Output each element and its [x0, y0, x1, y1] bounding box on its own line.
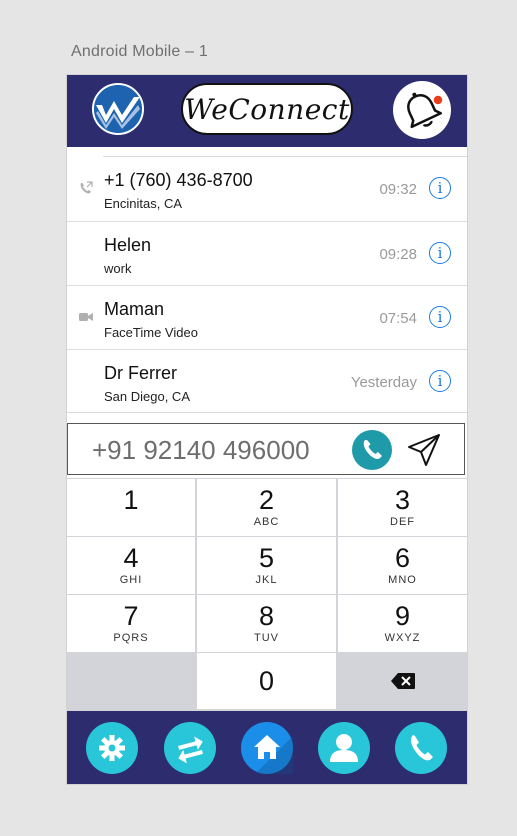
gear-icon [99, 735, 125, 761]
phone-outgoing-icon [80, 181, 93, 194]
contact-icon [330, 734, 358, 762]
call-button[interactable] [352, 430, 392, 470]
key-blank [67, 653, 195, 709]
caller-detail: FaceTime Video [104, 325, 198, 340]
key-digit: 0 [258, 666, 275, 696]
call-time: 07:54 [379, 310, 417, 327]
key-5[interactable]: 5 JKL [197, 537, 336, 594]
key-0[interactable]: 0 [197, 653, 336, 709]
recent-call-row[interactable]: Helen work 09:28 i [67, 221, 467, 285]
video-icon [79, 313, 93, 321]
info-icon[interactable]: i [429, 242, 451, 264]
brand-title: WeConnect [181, 83, 353, 135]
nav-switch-button[interactable] [164, 722, 216, 774]
notification-badge [432, 94, 444, 106]
weconnect-logo-icon[interactable] [92, 83, 144, 135]
caller-name: Maman [104, 299, 165, 319]
key-digit: 7 [123, 601, 139, 631]
key-7[interactable]: 7 PQRS [67, 595, 195, 652]
caller-name: Helen [104, 235, 152, 255]
key-6[interactable]: 6 MNO [338, 537, 467, 594]
call-time: 09:28 [379, 246, 417, 263]
caller-detail: work [104, 261, 132, 276]
home-icon [254, 735, 293, 774]
dial-number-field[interactable]: +91 92140 496000 [67, 423, 465, 475]
recent-call-row[interactable]: Dr Ferrer San Diego, CA Yesterday i [67, 349, 467, 413]
key-letters: PQRS [113, 632, 149, 644]
info-icon[interactable]: i [429, 306, 451, 328]
backspace-icon [390, 673, 415, 689]
nav-contacts-button[interactable] [318, 722, 370, 774]
dialed-number: +91 92140 496000 [92, 435, 310, 465]
info-icon[interactable]: i [429, 177, 451, 199]
key-letters: DEF [390, 516, 415, 528]
key-8[interactable]: 8 TUV [197, 595, 336, 652]
send-button[interactable] [406, 432, 442, 468]
key-digit: 8 [258, 601, 275, 631]
recent-call-row[interactable]: +1 (760) 436-8700 Encinitas, CA 09:32 i [67, 156, 467, 221]
key-3[interactable]: 3 DEF [338, 479, 467, 536]
key-letters: MNO [388, 574, 417, 586]
key-letters: GHI [119, 574, 143, 586]
bell-icon [407, 92, 444, 129]
key-digit: 9 [394, 601, 411, 631]
swap-icon [178, 736, 203, 764]
nav-settings-button[interactable] [86, 722, 138, 774]
notifications-button[interactable] [393, 81, 451, 139]
key-digit: 4 [123, 543, 139, 573]
caller-detail: San Diego, CA [104, 389, 190, 404]
key-2[interactable]: 2 ABC [197, 479, 336, 536]
app-header: WeConnect [67, 75, 467, 147]
dial-keypad: 1 2 ABC 3 DEF 4 GHI 5 JKL 6 MNO 7 PQRS 8 [67, 478, 467, 711]
backspace-button[interactable] [338, 653, 467, 709]
call-time: 09:32 [379, 181, 417, 198]
key-digit: 6 [394, 543, 411, 573]
phone-icon [363, 440, 382, 459]
phone-screen: WeConnect +1 (760) 436-8700 Encinitas, C… [67, 75, 467, 784]
caller-name: Dr Ferrer [104, 363, 177, 383]
info-icon[interactable]: i [429, 370, 451, 392]
key-digit: 1 [123, 485, 139, 515]
key-4[interactable]: 4 GHI [67, 537, 195, 594]
call-time: Yesterday [350, 374, 417, 391]
caller-name: +1 (760) 436-8700 [104, 170, 253, 190]
key-digit: 3 [394, 485, 411, 515]
nav-calls-button[interactable] [395, 722, 447, 774]
key-9[interactable]: 9 WXYZ [338, 595, 467, 652]
key-letters: WXYZ [384, 632, 421, 644]
key-digit: 5 [258, 543, 275, 573]
key-letters: ABC [253, 516, 280, 528]
key-letters: JKL [255, 574, 278, 586]
artboard-title: Android Mobile – 1 [71, 43, 209, 60]
recent-calls-list: +1 (760) 436-8700 Encinitas, CA 09:32 i … [67, 156, 467, 413]
key-digit: 2 [258, 485, 275, 515]
key-1[interactable]: 1 [67, 479, 195, 536]
key-letters: TUV [254, 632, 279, 644]
send-icon [408, 434, 440, 466]
phone-icon [411, 735, 433, 761]
recent-call-row[interactable]: Maman FaceTime Video 07:54 i [67, 285, 467, 349]
caller-detail: Encinitas, CA [104, 196, 183, 211]
bottom-navigation [67, 711, 467, 784]
nav-home-button[interactable] [241, 722, 293, 774]
